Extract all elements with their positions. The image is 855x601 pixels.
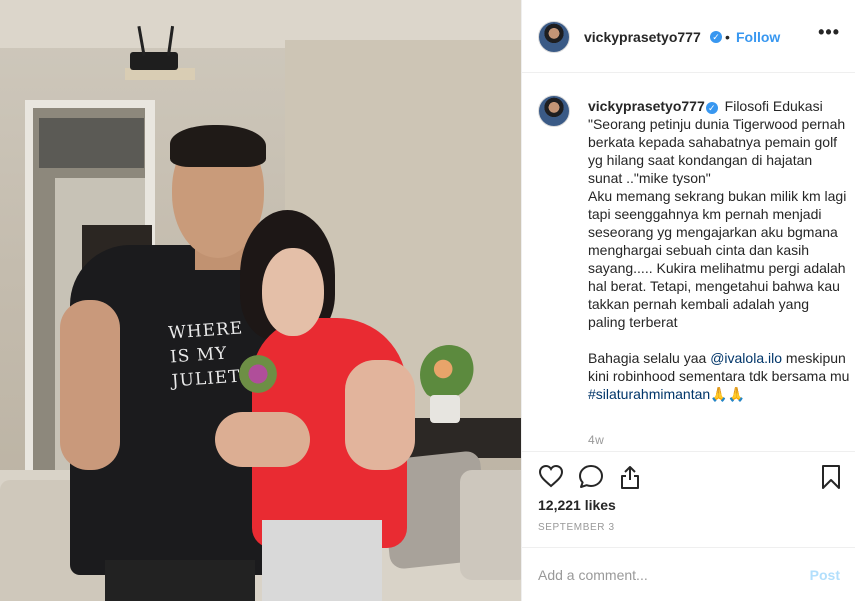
caption-paragraph: Bahagia selalu yaa @ivalola.ilo meskipun… [588, 349, 850, 385]
post-header: vickyprasetyo777 ✓ • Follow ••• [522, 0, 855, 73]
bookmark-icon[interactable] [820, 464, 842, 495]
hashtag-link[interactable]: #silaturahmimantan [588, 386, 710, 402]
photo-woman-face [262, 248, 324, 336]
caption-line: Aku memang sekrang bukan milik km lagi t… [588, 188, 847, 330]
avatar[interactable] [538, 21, 570, 53]
heart-icon[interactable] [538, 464, 564, 493]
photo-vase [430, 395, 460, 423]
emoji: 🙏🙏 [710, 386, 746, 402]
photo-hands [215, 412, 310, 467]
likes-count[interactable]: 12,221 likes [538, 497, 616, 513]
add-comment-bar: Post [522, 547, 855, 601]
post-comment-button[interactable]: Post [810, 567, 840, 583]
separator-dot: • [725, 29, 730, 45]
follow-button[interactable]: Follow [736, 29, 780, 45]
photo-man-legs [105, 560, 255, 601]
caption-line: "Seorang petinju dunia Tigerwood pernah … [588, 116, 846, 186]
more-options-icon[interactable]: ••• [818, 22, 840, 43]
photo-woman-pants [262, 520, 382, 601]
photo-man-arm [60, 300, 120, 470]
photo-woman-arm [345, 360, 415, 470]
verified-icon: ✓ [710, 31, 722, 43]
photo-flower [236, 352, 280, 396]
photo-man-hair [170, 125, 266, 167]
caption-line: Filosofi Edukasi [724, 98, 823, 114]
caption-age[interactable]: 4w [588, 433, 604, 447]
photo-door-glass [39, 118, 144, 168]
header-username[interactable]: vickyprasetyo777 [584, 29, 701, 45]
post-date: SEPTEMBER 3 [538, 522, 615, 533]
avatar[interactable] [538, 95, 570, 127]
photo-cushion [460, 470, 521, 580]
verified-icon: ✓ [705, 102, 718, 114]
caption-text: Bahagia selalu yaa [588, 350, 711, 366]
comments-area[interactable]: vickyprasetyo777 ✓ Filosofi Edukasi "Seor… [522, 73, 855, 451]
post-side-panel: vickyprasetyo777 ✓ • Follow ••• vickypra… [521, 0, 855, 601]
comment-icon[interactable] [578, 464, 604, 495]
photo-router [130, 52, 178, 70]
post-photo[interactable]: WHERE IS MY JULIET [0, 0, 521, 601]
action-bar [522, 451, 855, 501]
comment-input[interactable] [538, 564, 788, 586]
share-icon[interactable] [618, 464, 642, 495]
caption-username[interactable]: vickyprasetyo777 [588, 98, 705, 114]
caption: vickyprasetyo777 ✓ Filosofi Edukasi "Seor… [588, 97, 850, 403]
mention-link[interactable]: @ivalola.ilo [710, 350, 782, 366]
